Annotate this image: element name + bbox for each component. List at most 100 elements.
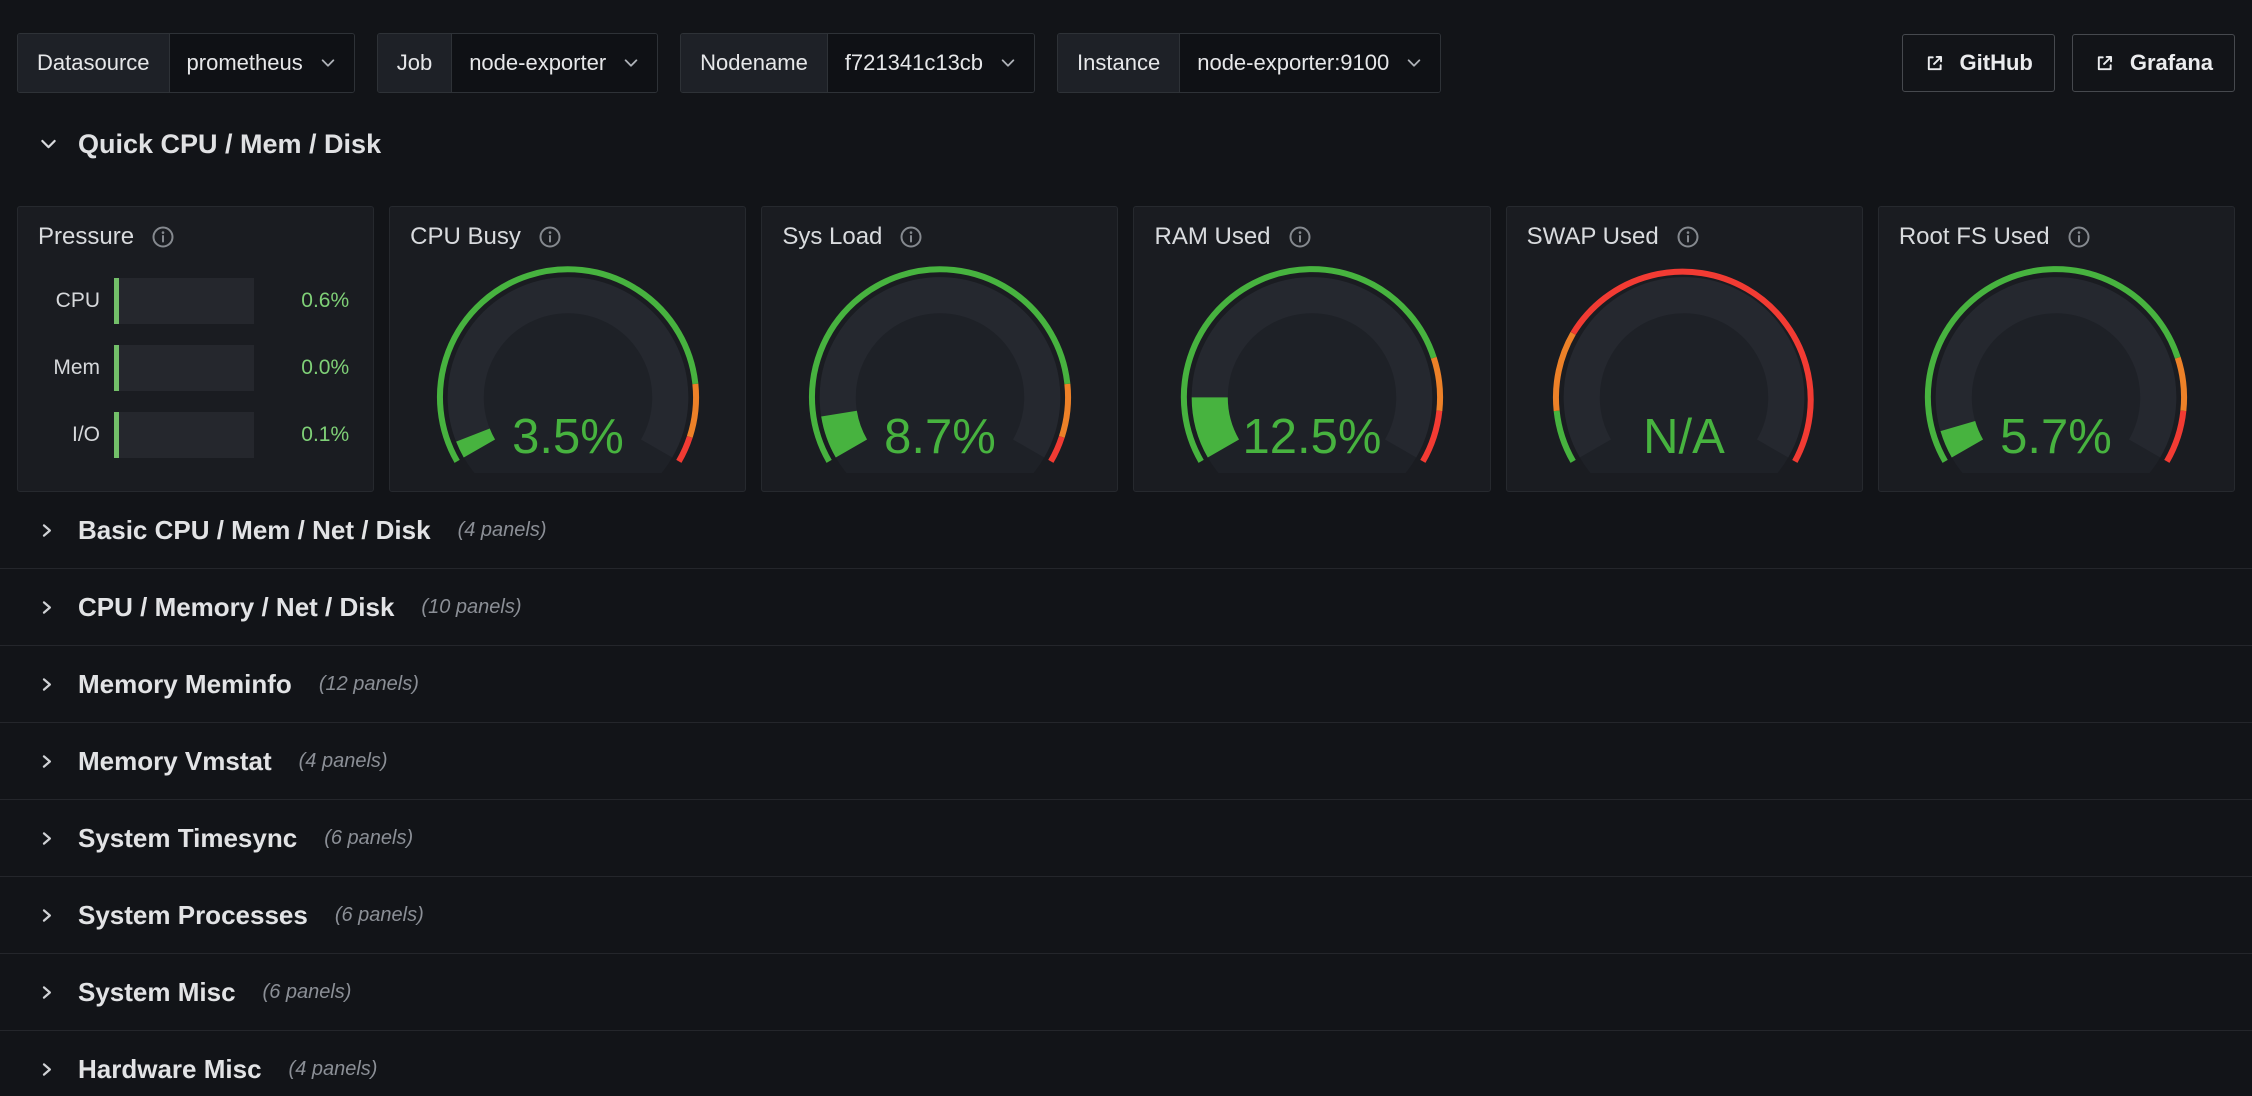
chevron-down-icon [999,54,1017,72]
row-panel-count: (4 panels) [289,1058,378,1081]
row-title: Basic CPU / Mem / Net / Disk [78,515,431,546]
dashboard-row-basic-cpu-mem-net-disk[interactable]: Basic CPU / Mem / Net / Disk (4 panels) [0,492,2252,569]
panel-header: Pressure [38,223,353,251]
bar-gauge-fill [114,278,119,324]
panel-grid: Pressure CPU 0.6% Mem 0.0% I/O [17,206,2235,492]
variable-value-button[interactable]: f721341c13cb [828,34,1034,92]
info-icon[interactable] [1288,225,1312,249]
dashboard-row-hardware-misc[interactable]: Hardware Misc (4 panels) [0,1031,2252,1096]
grafana-dashboard: Datasource prometheus Job node-exporter … [0,0,2252,1096]
info-icon[interactable] [899,225,923,249]
gauge-chart: N/A [1527,253,1842,473]
panel-header: CPU Busy [410,223,725,251]
variable-dropdown-instance[interactable]: Instance node-exporter:9100 [1057,33,1441,93]
external-link-icon [2094,53,2115,74]
chevron-right-icon [38,1061,55,1078]
row-title: System Timesync [78,823,297,854]
panel-title: Sys Load [782,223,882,251]
chevron-right-icon [38,907,55,924]
info-icon[interactable] [2067,225,2091,249]
dashboard-row-system-timesync[interactable]: System Timesync (6 panels) [0,800,2252,877]
pressure-metric-value: 0.1% [254,423,353,447]
gauge-chart: 5.7% [1899,253,2214,473]
pressure-metric-value: 0.6% [254,289,353,313]
link-button-github[interactable]: GitHub [1902,34,2055,92]
variable-dropdown-job[interactable]: Job node-exporter [377,33,658,93]
row-title: System Misc [78,977,236,1008]
gauge-panel-root-fs-used: Root FS Used 5.7% [1878,206,2235,492]
svg-text:N/A: N/A [1643,410,1725,464]
gauge-chart: 8.7% [782,253,1097,473]
chevron-right-icon [38,599,55,616]
svg-text:3.5%: 3.5% [512,410,624,464]
chevron-right-icon [38,522,55,539]
pressure-row: Mem 0.0% [38,345,353,391]
variable-value-button[interactable]: node-exporter:9100 [1180,34,1440,92]
panel-title: Root FS Used [1899,223,2050,251]
dashboard-row-memory-meminfo[interactable]: Memory Meminfo (12 panels) [0,646,2252,723]
panel-title: RAM Used [1154,223,1270,251]
variable-value-button[interactable]: node-exporter [452,34,657,92]
panel-title: Pressure [38,223,134,251]
chevron-right-icon [38,830,55,847]
variable-value: f721341c13cb [845,50,983,76]
chevron-right-icon [38,984,55,1001]
pressure-metric-label: CPU [38,289,100,313]
info-icon[interactable] [538,225,562,249]
variable-dropdown-nodename[interactable]: Nodename f721341c13cb [680,33,1035,93]
row-panel-count: (4 panels) [299,750,388,773]
variable-value-button[interactable]: prometheus [170,34,354,92]
row-panel-count: (6 panels) [335,904,424,927]
pressure-metric-label: Mem [38,356,100,380]
chevron-down-icon [1405,54,1423,72]
external-link-icon [1924,53,1945,74]
chevron-right-icon [38,753,55,770]
variable-label: Datasource [18,34,170,92]
section-title: Quick CPU / Mem / Disk [78,129,381,160]
link-label: Grafana [2130,50,2213,76]
row-title: Memory Vmstat [78,746,272,777]
pressure-bars: CPU 0.6% Mem 0.0% I/O 0.1% [38,278,353,458]
dashboard-row-system-misc[interactable]: System Misc (6 panels) [0,954,2252,1031]
bar-gauge-fill [114,412,119,458]
dashboard-links: GitHub Grafana [1902,34,2235,92]
chevron-right-icon [38,676,55,693]
gauge-panel-ram-used: RAM Used 12.5% [1133,206,1490,492]
panel-header: SWAP Used [1527,223,1842,251]
chevron-down-icon [319,54,337,72]
svg-text:12.5%: 12.5% [1243,410,1382,464]
panel-header: Root FS Used [1899,223,2214,251]
row-title: System Processes [78,900,308,931]
dashboard-topbar: Datasource prometheus Job node-exporter … [0,0,2252,93]
dashboard-row-system-processes[interactable]: System Processes (6 panels) [0,877,2252,954]
info-icon[interactable] [1676,225,1700,249]
pressure-row: CPU 0.6% [38,278,353,324]
pressure-panel: Pressure CPU 0.6% Mem 0.0% I/O [17,206,374,492]
gauge-chart: 3.5% [410,253,725,473]
bar-gauge-track [114,278,254,324]
dashboard-row-memory-vmstat[interactable]: Memory Vmstat (4 panels) [0,723,2252,800]
pressure-metric-label: I/O [38,423,100,447]
panel-header: Sys Load [782,223,1097,251]
info-icon[interactable] [151,225,175,249]
variable-value: node-exporter:9100 [1197,50,1389,76]
variable-dropdown-datasource[interactable]: Datasource prometheus [17,33,355,93]
row-header-quick-cpu-mem-disk[interactable]: Quick CPU / Mem / Disk [38,126,2252,162]
row-panel-count: (10 panels) [421,596,521,619]
link-button-grafana[interactable]: Grafana [2072,34,2235,92]
panel-header: RAM Used [1154,223,1469,251]
row-title: CPU / Memory / Net / Disk [78,592,394,623]
variable-value: prometheus [187,50,303,76]
row-panel-count: (12 panels) [319,673,419,696]
panel-title: SWAP Used [1527,223,1659,251]
bar-gauge-fill [114,345,119,391]
dashboard-row-cpu-memory-net-disk[interactable]: CPU / Memory / Net / Disk (10 panels) [0,569,2252,646]
row-title: Memory Meminfo [78,669,292,700]
bar-gauge-track [114,412,254,458]
chevron-down-icon [622,54,640,72]
variable-value: node-exporter [469,50,606,76]
bar-gauge-track [114,345,254,391]
variable-label: Job [378,34,452,92]
gauge-panel-cpu-busy: CPU Busy 3.5% [389,206,746,492]
svg-text:8.7%: 8.7% [884,410,996,464]
